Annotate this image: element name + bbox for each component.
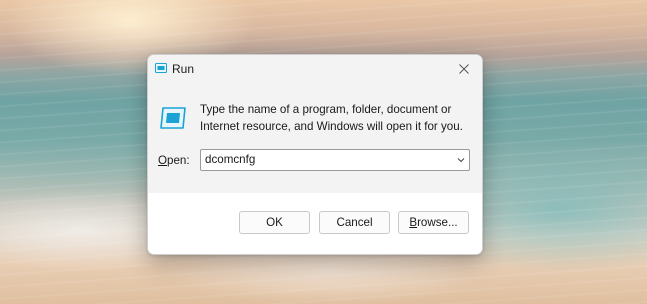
description-text: Type the name of a program, folder, docu… xyxy=(200,103,463,133)
close-icon xyxy=(459,64,469,74)
dialog-content: Type the name of a program, folder, docu… xyxy=(148,83,482,193)
cancel-button[interactable]: Cancel xyxy=(319,211,390,234)
browse-label: rowse... xyxy=(417,216,458,229)
open-label-accelerator: O xyxy=(158,154,168,167)
browse-button[interactable]: Browse... xyxy=(398,211,469,234)
run-icon xyxy=(155,63,167,73)
close-button[interactable] xyxy=(446,55,482,83)
open-combobox[interactable] xyxy=(200,149,470,171)
browse-accelerator: B xyxy=(409,216,418,229)
run-dialog: Run Type the name of a program, folder, … xyxy=(147,54,483,255)
chevron-down-icon[interactable] xyxy=(456,155,466,165)
title-bar[interactable]: Run xyxy=(148,55,482,83)
open-label-text: pen: xyxy=(167,154,190,167)
ok-button[interactable]: OK xyxy=(239,211,310,234)
button-row: OK Cancel Browse... xyxy=(148,193,482,254)
open-label: Open: xyxy=(158,154,190,167)
window-title: Run xyxy=(172,62,195,76)
open-input[interactable] xyxy=(205,150,445,170)
run-program-icon xyxy=(160,107,186,129)
